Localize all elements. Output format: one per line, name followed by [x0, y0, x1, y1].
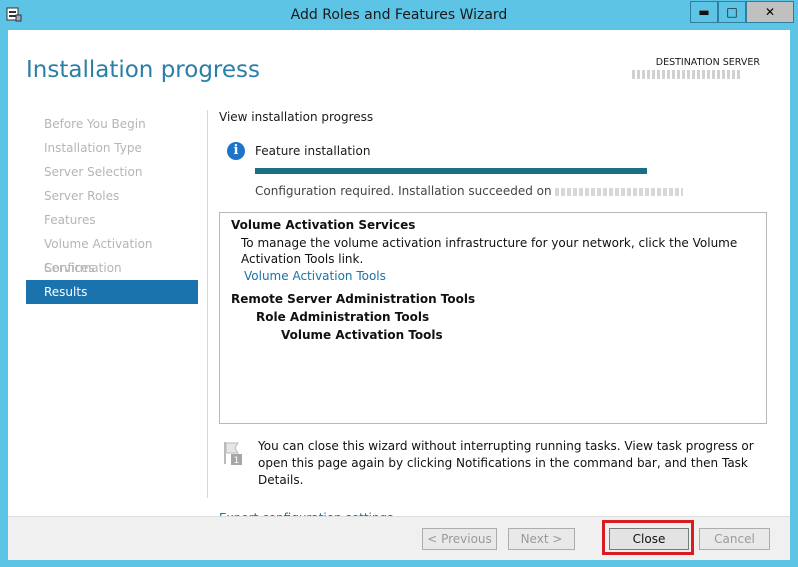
nav-step-confirmation: Confirmation [44, 261, 122, 275]
server-name-redacted [555, 187, 684, 196]
nav-step-features: Features [44, 213, 96, 227]
result-tool-title: Remote Server Administration Tools [231, 292, 476, 306]
wizard-footer: < Previous Next > Close Cancel [8, 516, 790, 560]
window-frame: Add Roles and Features Wizard ▬ □ ✕ Inst… [0, 0, 798, 567]
minimize-button[interactable]: ▬ [690, 1, 718, 23]
result-role-title: Volume Activation Services [231, 218, 416, 232]
nav-step-results[interactable]: Results [26, 280, 198, 304]
info-icon: i [227, 142, 245, 160]
nav-step-server-selection: Server Selection [44, 165, 143, 179]
previous-button[interactable]: < Previous [422, 528, 497, 550]
result-tool-subtitle: Role Administration Tools [256, 310, 430, 324]
notification-flag-icon: 1 [224, 442, 242, 466]
maximize-button[interactable]: □ [718, 1, 746, 23]
title-bar[interactable]: Add Roles and Features Wizard ▬ □ ✕ [0, 0, 798, 30]
installation-progress-bar [255, 168, 647, 174]
result-role-description: To manage the volume activation infrastr… [241, 236, 738, 266]
status-message: Configuration required. Installation suc… [255, 184, 552, 198]
progress-fill [255, 168, 647, 174]
wizard-steps-nav: Before You Begin Installation Type Serve… [26, 112, 198, 304]
result-tool-subtitle-2: Volume Activation Tools [281, 328, 443, 342]
notification-count: 1 [234, 456, 240, 466]
cancel-button[interactable]: Cancel [699, 528, 770, 550]
nav-step-before-you-begin: Before You Begin [44, 117, 146, 131]
nav-step-installation-type: Installation Type [44, 141, 142, 155]
destination-server-label: DESTINATION SERVER [655, 57, 760, 68]
divider [207, 110, 208, 498]
close-window-button[interactable]: ✕ [746, 1, 794, 23]
destination-server-name-redacted [632, 70, 742, 79]
feature-installation-label: Feature installation [255, 144, 371, 158]
page-title: Installation progress [26, 57, 260, 83]
wizard-body: Installation progress DESTINATION SERVER… [8, 30, 790, 560]
close-wizard-note: You can close this wizard without interr… [258, 439, 754, 487]
volume-activation-tools-link[interactable]: Volume Activation Tools [244, 269, 386, 283]
installation-status: Configuration required. Installation suc… [255, 184, 684, 198]
nav-step-server-roles: Server Roles [44, 189, 120, 203]
window-title: Add Roles and Features Wizard [290, 7, 508, 23]
close-button-highlight [602, 520, 694, 555]
next-button[interactable]: Next > [508, 528, 575, 550]
results-panel: Volume Activation Services To manage the… [219, 212, 767, 424]
view-progress-label: View installation progress [219, 110, 374, 124]
nav-step-volume-activation-services: Volume Activation Services [44, 237, 153, 275]
